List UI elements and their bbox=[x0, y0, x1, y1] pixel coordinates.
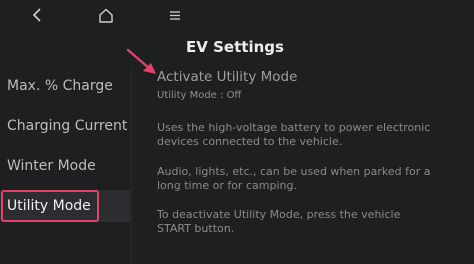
sidebar-item-utility-mode[interactable]: Utility Mode bbox=[0, 190, 130, 222]
description-2-line-1: Audio, lights, etc., can be used when pa… bbox=[157, 165, 431, 178]
sidebar-item-max-charge[interactable]: Max. % Charge bbox=[0, 70, 130, 102]
description-3-line-2: START button. bbox=[157, 222, 235, 235]
sidebar-item-charging-current[interactable]: Charging Current bbox=[0, 110, 130, 142]
menu-button[interactable] bbox=[164, 4, 186, 26]
annotation-arrow-icon bbox=[126, 48, 156, 74]
back-button[interactable] bbox=[27, 4, 49, 26]
home-icon bbox=[99, 8, 113, 23]
sidebar-divider bbox=[131, 68, 132, 264]
home-button[interactable] bbox=[95, 4, 117, 26]
activate-utility-mode-toggle[interactable]: Activate Utility Mode bbox=[157, 68, 467, 86]
description-paragraph-2: Audio, lights, etc., can be used when pa… bbox=[157, 165, 467, 193]
setting-detail-panel: Activate Utility Mode Utility Mode : Off… bbox=[157, 68, 467, 235]
sidebar-item-winter-mode[interactable]: Winter Mode bbox=[0, 150, 130, 182]
back-chevron-icon bbox=[32, 8, 41, 22]
description-paragraph-3: To deactivate Utility Mode, press the ve… bbox=[157, 208, 467, 236]
description-paragraph-1: Uses the high-voltage battery to power e… bbox=[157, 121, 467, 149]
description-1-line-2: devices connected to the vehicle. bbox=[157, 135, 343, 148]
description-2-line-2: long time or for camping. bbox=[157, 179, 297, 192]
description-1-line-1: Uses the high-voltage battery to power e… bbox=[157, 121, 431, 134]
page-title: EV Settings bbox=[186, 38, 284, 56]
sidebar: Max. % Charge Charging Current Winter Mo… bbox=[0, 68, 134, 264]
ev-settings-screen: EV Settings Max. % Charge Charging Curre… bbox=[0, 0, 474, 264]
menu-icon bbox=[170, 10, 180, 20]
description-3-line-1: To deactivate Utility Mode, press the ve… bbox=[157, 208, 401, 221]
utility-mode-status: Utility Mode : Off bbox=[157, 90, 242, 101]
